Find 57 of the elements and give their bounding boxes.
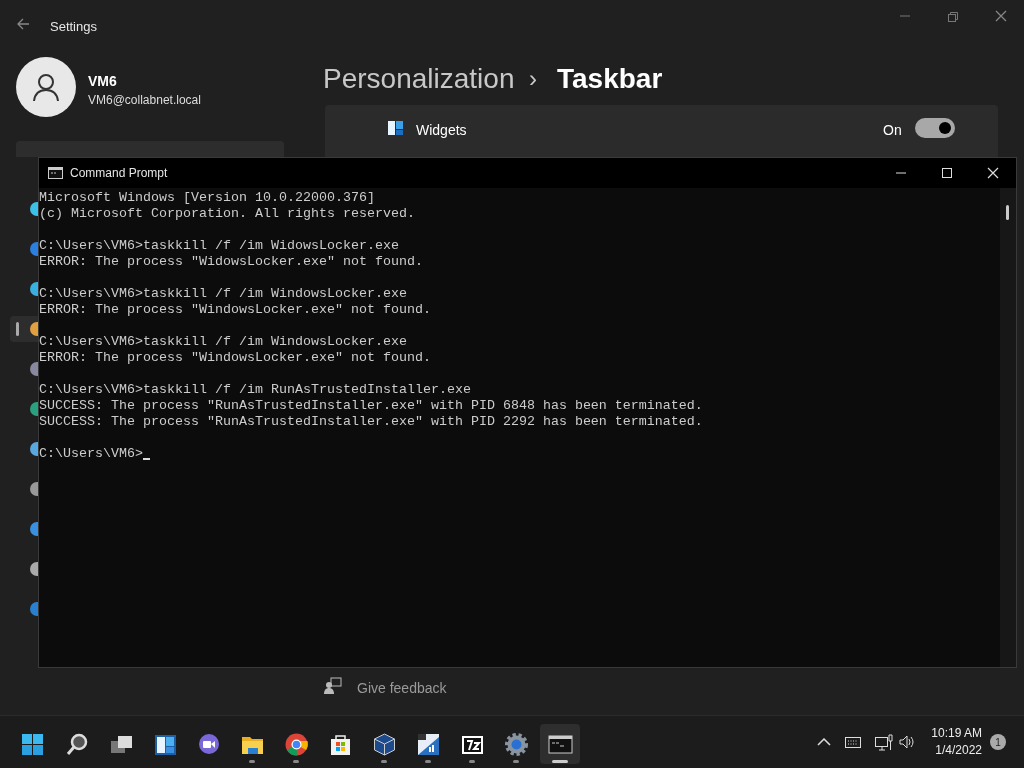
back-arrow-icon[interactable] <box>16 17 30 31</box>
console-line: C:\Users\VM6> <box>39 446 143 462</box>
console-line: Microsoft Windows [Version 10.0.22000.376] <box>39 190 375 206</box>
give-feedback-link[interactable]: Give feedback <box>357 678 447 699</box>
chart-icon <box>415 731 441 757</box>
volume-icon[interactable] <box>899 735 916 749</box>
notification-badge[interactable]: 1 <box>990 734 1006 750</box>
settings-category-icon <box>28 441 38 457</box>
setting-label: Widgets <box>416 121 467 140</box>
text-cursor <box>143 458 150 460</box>
cube-icon <box>371 731 397 757</box>
user-email: VM6@collabnet.local <box>88 92 201 109</box>
console-line: C:\Users\VM6>taskkill /f /im WindowsLocker.exe <box>39 334 407 350</box>
settings-category-icon <box>28 561 38 577</box>
taskbar-app[interactable] <box>540 724 580 764</box>
settings-category-icon <box>28 321 38 337</box>
toggle-switch[interactable] <box>915 118 955 138</box>
console-line: C:\Users\VM6>taskkill /f /im RunAsTrustedInstaller.exe <box>39 382 471 398</box>
browser-icon <box>283 731 309 757</box>
start-icon <box>19 731 45 757</box>
console-line: C:\Users\VM6>taskkill /f /im WindowsLocker.exe <box>39 286 407 302</box>
gear-icon <box>503 731 529 757</box>
console-line: C:\Users\VM6>taskkill /f /im WidowsLocker.exe <box>39 238 399 254</box>
settings-category-icon <box>28 521 38 537</box>
chevron-up-icon[interactable] <box>817 738 832 746</box>
console-icon <box>48 167 63 179</box>
settings-category-icon <box>28 241 38 257</box>
user-name: VM6 <box>88 72 117 91</box>
console-line: SUCCESS: The process "RunAsTrustedInstaller.exe" with PID 2292 has been terminated. <box>39 414 703 430</box>
settings-category-icon <box>28 601 38 617</box>
settings-category-icon <box>28 481 38 497</box>
window-title: Command Prompt <box>70 165 168 182</box>
settings-category-icon <box>28 281 38 297</box>
console-line: SUCCESS: The process "RunAsTrustedInstaller.exe" with PID 6848 has been terminated. <box>39 398 703 414</box>
person-icon <box>31 72 61 102</box>
search-icon <box>64 731 90 757</box>
console-line: ERROR: The process "WindowsLocker.exe" not found. <box>39 350 431 366</box>
keyboard-icon[interactable] <box>845 736 862 748</box>
settings-category-icon <box>28 401 38 417</box>
console-line: (c) Microsoft Corporation. All rights reserved. <box>39 206 415 222</box>
page-heading: Taskbar <box>557 62 663 96</box>
maximize-icon[interactable] <box>941 167 953 179</box>
nav-item[interactable] <box>10 316 38 342</box>
widgets-icon <box>388 121 403 135</box>
window-title: Settings <box>50 18 97 36</box>
breadcrumb-separator: › <box>529 64 537 94</box>
console-line: ERROR: The process "WidowsLocker.exe" not found. <box>39 254 423 270</box>
feedback-icon[interactable] <box>324 677 342 695</box>
clock-time[interactable]: 10:19 AM <box>931 725 982 742</box>
restore-icon[interactable] <box>947 11 959 23</box>
settings-category-icon <box>28 361 38 377</box>
console-line: ERROR: The process "WindowsLocker.exe" not found. <box>39 302 431 318</box>
network-icon[interactable] <box>875 733 894 751</box>
page-heading-parent[interactable]: Personalization <box>323 58 515 100</box>
clock-date[interactable]: 1/4/2022 <box>935 742 982 759</box>
toggle-state-text: On <box>883 121 902 140</box>
settings-category-icon <box>28 201 38 217</box>
